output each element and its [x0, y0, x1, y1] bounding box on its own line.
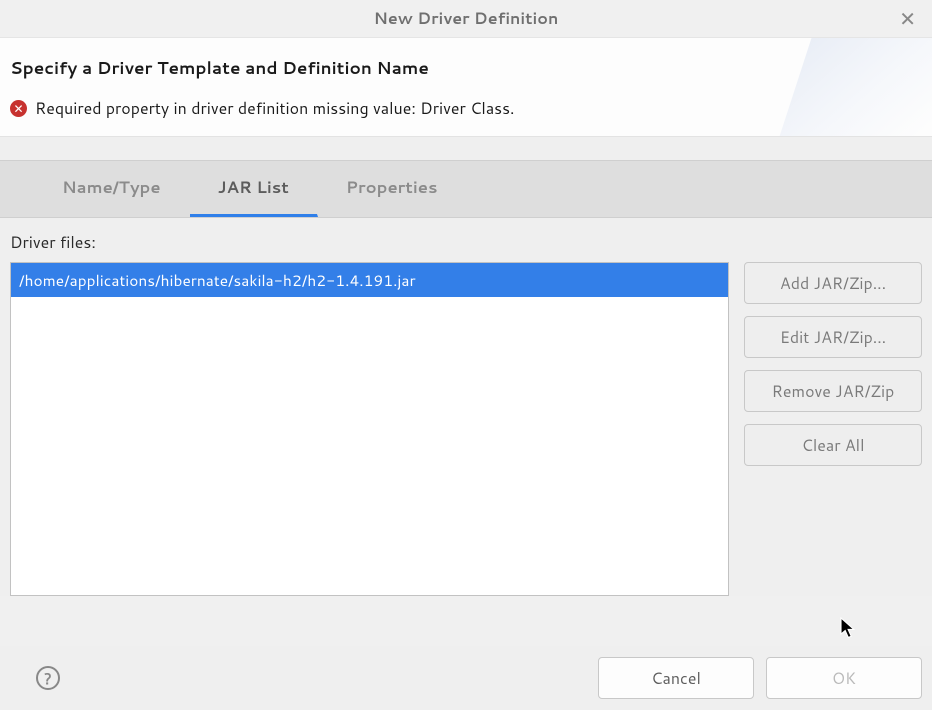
clear-all-button[interactable]: Clear All [744, 424, 922, 466]
driver-files-listbox[interactable]: /home/applications/hibernate/sakila-h2/h… [10, 262, 729, 596]
help-icon[interactable]: ? [36, 666, 60, 690]
close-icon[interactable]: ✕ [893, 7, 922, 31]
cancel-button[interactable]: Cancel [598, 657, 754, 699]
titlebar: New Driver Definition ✕ [0, 0, 932, 38]
ok-button: OK [766, 657, 922, 699]
dialog-title: Specify a Driver Template and Definition… [10, 56, 922, 80]
edit-jar-button[interactable]: Edit JAR/Zip... [744, 316, 922, 358]
gap [0, 137, 932, 160]
remove-jar-button[interactable]: Remove JAR/Zip [744, 370, 922, 412]
body-area: Driver files: /home/applications/hiberna… [0, 218, 932, 596]
tab-properties[interactable]: Properties [318, 161, 467, 217]
footer: ? Cancel OK [0, 646, 932, 710]
error-icon: ✕ [10, 100, 27, 117]
add-jar-button[interactable]: Add JAR/Zip... [744, 262, 922, 304]
header-decoration [764, 38, 932, 137]
error-message: Required property in driver definition m… [35, 97, 515, 120]
side-button-column: Add JAR/Zip... Edit JAR/Zip... Remove JA… [744, 262, 922, 466]
tab-jar-list[interactable]: JAR List [190, 161, 318, 217]
driver-files-label: Driver files: [10, 231, 922, 254]
content-row: /home/applications/hibernate/sakila-h2/h… [10, 262, 922, 596]
window-title: New Driver Definition [374, 7, 559, 30]
tab-name-type[interactable]: Name/Type [34, 161, 190, 217]
tabbar: Name/Type JAR List Properties [0, 160, 932, 218]
dialog-header: Specify a Driver Template and Definition… [0, 38, 932, 137]
list-item[interactable]: /home/applications/hibernate/sakila-h2/h… [11, 263, 728, 297]
error-line: ✕ Required property in driver definition… [10, 97, 922, 120]
cursor-icon [840, 617, 858, 641]
